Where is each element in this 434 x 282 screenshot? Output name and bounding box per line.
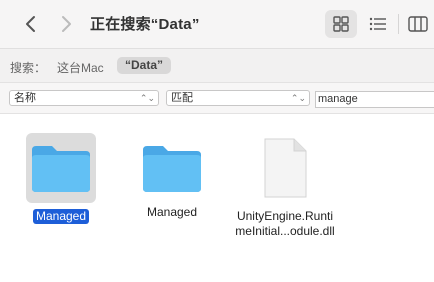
attribute-select-value: 名称: [14, 92, 36, 104]
list-view-icon: [369, 17, 386, 31]
folder-icon: [32, 146, 90, 192]
scope-data-folder[interactable]: “Data”: [117, 57, 172, 74]
operator-select[interactable]: 匹配 ⌃⌄: [166, 90, 310, 106]
result-item-label: Managed: [32, 209, 90, 224]
document-icon-container: [250, 133, 320, 203]
folder-icon-container: [26, 133, 96, 203]
updown-chevron-icon: ⌃⌄: [290, 93, 306, 103]
list-view-button[interactable]: [364, 10, 392, 38]
result-item-label-line2: meInitial...odule.dll: [235, 224, 335, 238]
column-view-button[interactable]: [405, 10, 431, 38]
column-view-icon: [408, 16, 428, 32]
back-button[interactable]: [20, 13, 40, 35]
chevron-left-icon: [26, 16, 35, 32]
scope-label: 搜索：: [10, 61, 47, 75]
result-item[interactable]: Managed: [122, 133, 222, 221]
document-icon: [264, 138, 307, 198]
result-item-label: UnityEngine.Runti meInitial...odule.dll: [235, 209, 335, 239]
forward-button[interactable]: [56, 13, 76, 35]
criteria-value-field[interactable]: manage: [315, 91, 434, 108]
folder-icon: [143, 146, 201, 192]
result-item-label: Managed: [146, 205, 198, 219]
attribute-select[interactable]: 名称 ⌃⌄: [9, 90, 159, 106]
result-item[interactable]: UnityEngine.Runti meInitial...odule.dll: [235, 133, 335, 239]
chevron-right-icon: [62, 16, 71, 32]
grid-view-icon: [333, 16, 349, 32]
result-item[interactable]: Managed: [11, 133, 111, 225]
search-criteria-bar: 名称 ⌃⌄ 匹配 ⌃⌄ manage: [0, 83, 434, 114]
window-title: 正在搜索“Data”: [90, 16, 200, 33]
search-scope-bar: 搜索： 这台Mac “Data”: [0, 49, 434, 83]
scope-this-mac[interactable]: 这台Mac: [57, 59, 104, 76]
finder-toolbar: 正在搜索“Data”: [0, 0, 434, 49]
result-item-label-line1: UnityEngine.Runti: [236, 209, 334, 223]
grid-view-button[interactable]: [325, 10, 357, 38]
toolbar-divider: [398, 14, 399, 34]
updown-chevron-icon: ⌃⌄: [139, 93, 155, 103]
operator-select-value: 匹配: [171, 92, 193, 104]
folder-icon-container: [137, 133, 207, 203]
